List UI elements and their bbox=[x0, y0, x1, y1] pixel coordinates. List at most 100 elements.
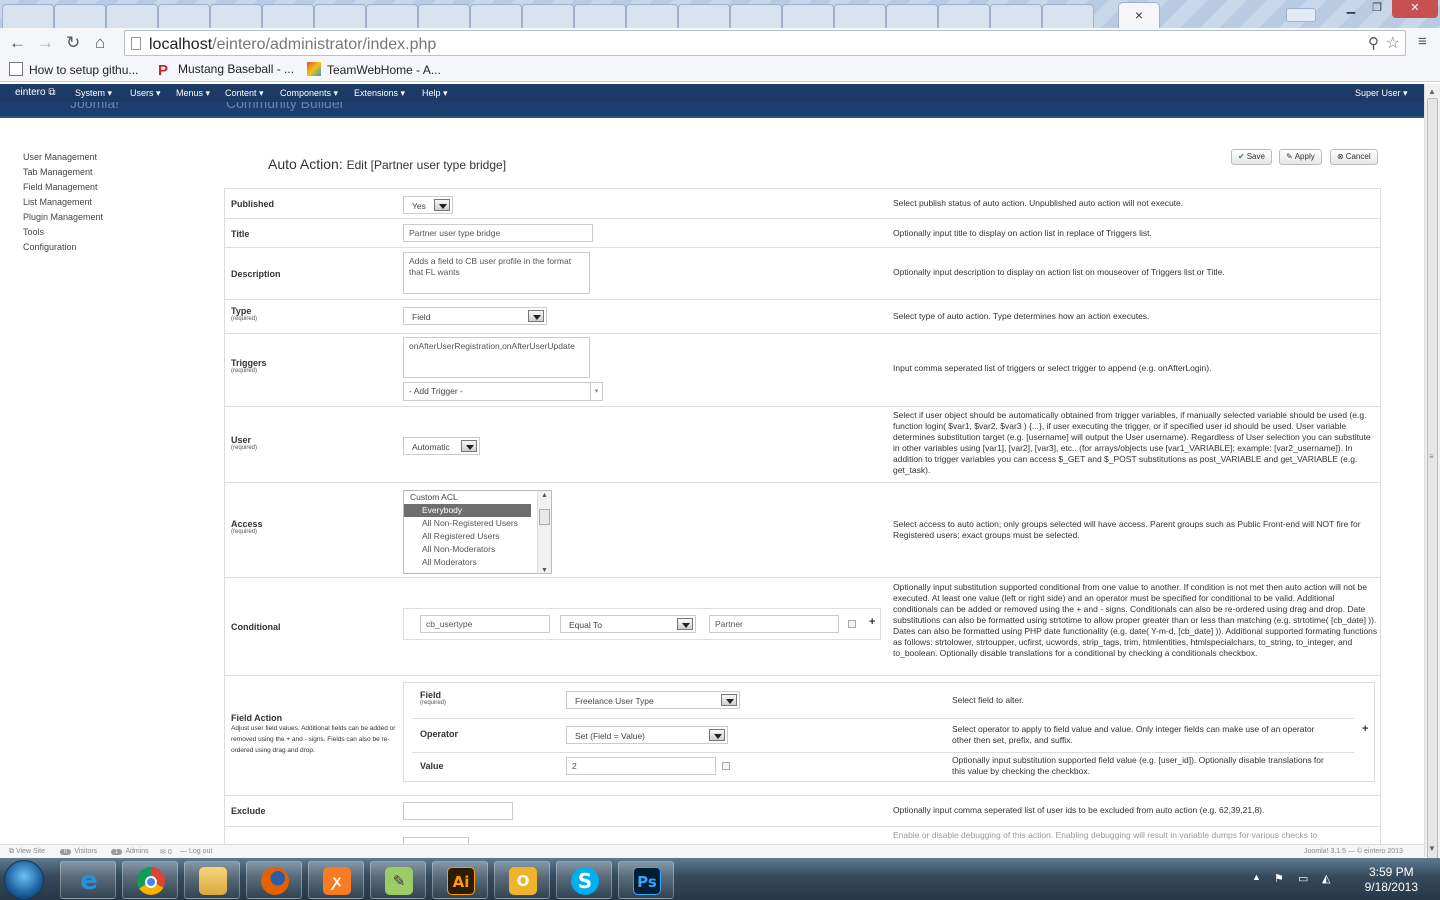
scroll-down-icon[interactable]: ▼ bbox=[541, 567, 548, 573]
listbox-scrollbar[interactable]: ▲ ▼ bbox=[537, 491, 551, 573]
active-tab-close-button[interactable]: × bbox=[1118, 2, 1160, 28]
taskbar-xampp[interactable]: ꭗ bbox=[308, 861, 364, 899]
browser-tab[interactable] bbox=[418, 4, 470, 28]
browser-tab[interactable] bbox=[106, 4, 158, 28]
drive-icon[interactable]: ◭ bbox=[1322, 872, 1330, 885]
exclude-input[interactable] bbox=[403, 802, 513, 820]
triggers-textarea[interactable]: onAfterUserRegistration,onAfterUserUpdat… bbox=[403, 337, 590, 378]
access-option[interactable]: All Non-Moderators bbox=[404, 543, 551, 556]
conditional-field-input[interactable]: cb_usertype bbox=[420, 615, 550, 633]
browser-tab[interactable] bbox=[730, 4, 782, 28]
menu-help[interactable]: Help ▾ bbox=[422, 88, 448, 99]
logout-link[interactable]: — Log out bbox=[180, 848, 212, 855]
scroll-thumb[interactable] bbox=[539, 509, 550, 525]
menu-users[interactable]: Users ▾ bbox=[130, 88, 161, 99]
taskbar-chrome[interactable] bbox=[122, 861, 178, 899]
browser-tab[interactable] bbox=[1042, 4, 1094, 28]
access-listbox[interactable]: Custom ACL Everybody All Non-Registered … bbox=[403, 490, 552, 574]
bookmark-star-icon[interactable]: ☆ bbox=[1386, 33, 1400, 53]
show-hidden-icons[interactable]: ▲ bbox=[1252, 872, 1261, 882]
new-tab-button[interactable] bbox=[1286, 8, 1316, 22]
access-option-selected[interactable]: Everybody bbox=[404, 504, 531, 517]
forward-icon[interactable]: → bbox=[37, 33, 54, 53]
page-scrollbar[interactable]: ▲ ≡ ▼ bbox=[1424, 84, 1440, 876]
browser-tab[interactable] bbox=[158, 4, 210, 28]
access-option[interactable]: All Non-Registered Users bbox=[404, 517, 551, 530]
close-window-icon[interactable]: ✕ bbox=[1392, 0, 1438, 18]
save-button[interactable]: ✔ Save bbox=[1231, 149, 1272, 165]
browser-tab[interactable] bbox=[314, 4, 366, 28]
network-icon[interactable]: ▭ bbox=[1298, 872, 1308, 885]
sidebar-item-tab-management[interactable]: Tab Management bbox=[23, 165, 103, 180]
scroll-up-icon[interactable]: ▲ bbox=[1428, 87, 1436, 96]
cancel-button[interactable]: ⊗ Cancel bbox=[1330, 149, 1378, 165]
browser-tab[interactable] bbox=[54, 4, 106, 28]
browser-tab[interactable] bbox=[834, 4, 886, 28]
add-conditional-button[interactable]: + bbox=[869, 616, 875, 628]
sidebar-item-plugin-management[interactable]: Plugin Management bbox=[23, 210, 103, 225]
site-name[interactable]: eintero ⧉ bbox=[15, 87, 56, 98]
menu-icon[interactable]: ≡ bbox=[1418, 33, 1427, 50]
browser-tab[interactable] bbox=[782, 4, 834, 28]
browser-tab[interactable] bbox=[262, 4, 314, 28]
menu-menus[interactable]: Menus ▾ bbox=[176, 88, 210, 99]
taskbar-clock[interactable]: 3:59 PM 9/18/2013 bbox=[1365, 865, 1418, 895]
browser-tab[interactable] bbox=[678, 4, 730, 28]
taskbar-skype[interactable]: S bbox=[556, 861, 612, 899]
taskbar-illustrator[interactable]: Ai bbox=[432, 861, 488, 899]
access-option[interactable]: All Moderators bbox=[404, 556, 551, 569]
browser-tab[interactable] bbox=[938, 4, 990, 28]
browser-tab[interactable] bbox=[990, 4, 1042, 28]
sidebar-item-user-management[interactable]: User Management bbox=[23, 150, 103, 165]
conditional-value-input[interactable]: Partner bbox=[709, 615, 839, 633]
taskbar-firefox[interactable] bbox=[246, 861, 302, 899]
fa-field-select[interactable]: Freelance User Type bbox=[566, 691, 740, 709]
add-trigger-select[interactable]: - Add Trigger - ▾ bbox=[403, 382, 603, 401]
menu-extensions[interactable]: Extensions ▾ bbox=[354, 88, 405, 99]
sidebar-item-list-management[interactable]: List Management bbox=[23, 195, 103, 210]
view-site-link[interactable]: ⧉ View Site bbox=[9, 848, 45, 856]
browser-tab[interactable] bbox=[366, 4, 418, 28]
fa-operator-select[interactable]: Set (Field = Value) bbox=[566, 726, 728, 744]
fa-translate-checkbox[interactable] bbox=[722, 762, 730, 770]
bookmark-item[interactable]: P Mustang Baseball - ... bbox=[158, 62, 294, 78]
sidebar-item-field-management[interactable]: Field Management bbox=[23, 180, 103, 195]
published-select[interactable]: Yes bbox=[403, 196, 453, 214]
sidebar-item-tools[interactable]: Tools bbox=[23, 225, 103, 240]
browser-tab[interactable] bbox=[2, 4, 54, 28]
user-select[interactable]: Automatic bbox=[403, 437, 480, 455]
browser-tab[interactable] bbox=[470, 4, 522, 28]
reload-icon[interactable]: ↻ bbox=[66, 33, 80, 53]
bookmark-item[interactable]: TeamWebHome - A... bbox=[307, 62, 441, 77]
browser-tab[interactable] bbox=[626, 4, 678, 28]
bookmark-item[interactable]: How to setup githu... bbox=[9, 62, 138, 77]
conditional-translate-checkbox[interactable] bbox=[848, 620, 856, 628]
address-bar[interactable]: localhost/eintero/administrator/index.ph… bbox=[124, 30, 1406, 56]
taskbar-internet-explorer[interactable]: e bbox=[60, 861, 116, 899]
start-button[interactable] bbox=[4, 860, 44, 900]
taskbar-file-explorer[interactable] bbox=[184, 861, 240, 899]
fa-value-input[interactable]: 2 bbox=[566, 757, 716, 775]
browser-tab[interactable] bbox=[522, 4, 574, 28]
apply-button[interactable]: ✎ Apply bbox=[1279, 149, 1322, 165]
back-icon[interactable]: ← bbox=[9, 33, 26, 53]
taskbar-outlook[interactable]: O bbox=[494, 861, 550, 899]
menu-system[interactable]: System ▾ bbox=[75, 88, 112, 99]
taskbar-photoshop[interactable]: Ps bbox=[618, 861, 674, 899]
taskbar-notepad[interactable]: ✎ bbox=[370, 861, 426, 899]
add-field-action-button[interactable]: + bbox=[1362, 723, 1368, 735]
action-center-icon[interactable]: ⚑ bbox=[1274, 872, 1284, 885]
messages-indicator[interactable]: ✉ 0 bbox=[160, 848, 172, 856]
access-option[interactable]: All Registered Users bbox=[404, 530, 551, 543]
browser-tab[interactable] bbox=[574, 4, 626, 28]
sidebar-item-configuration[interactable]: Configuration bbox=[23, 240, 103, 255]
home-icon[interactable]: ⌂ bbox=[95, 33, 105, 53]
browser-tab[interactable] bbox=[886, 4, 938, 28]
conditional-operator-select[interactable]: Equal To bbox=[560, 615, 696, 633]
menu-components[interactable]: Components ▾ bbox=[280, 88, 338, 99]
scroll-down-icon[interactable]: ▼ bbox=[1428, 844, 1436, 853]
user-menu[interactable]: Super User ▾ bbox=[1355, 88, 1408, 99]
description-textarea[interactable]: Adds a field to CB user profile in the f… bbox=[403, 252, 590, 294]
scroll-up-icon[interactable]: ▲ bbox=[541, 492, 548, 499]
search-icon[interactable]: ⚲ bbox=[1368, 34, 1379, 52]
